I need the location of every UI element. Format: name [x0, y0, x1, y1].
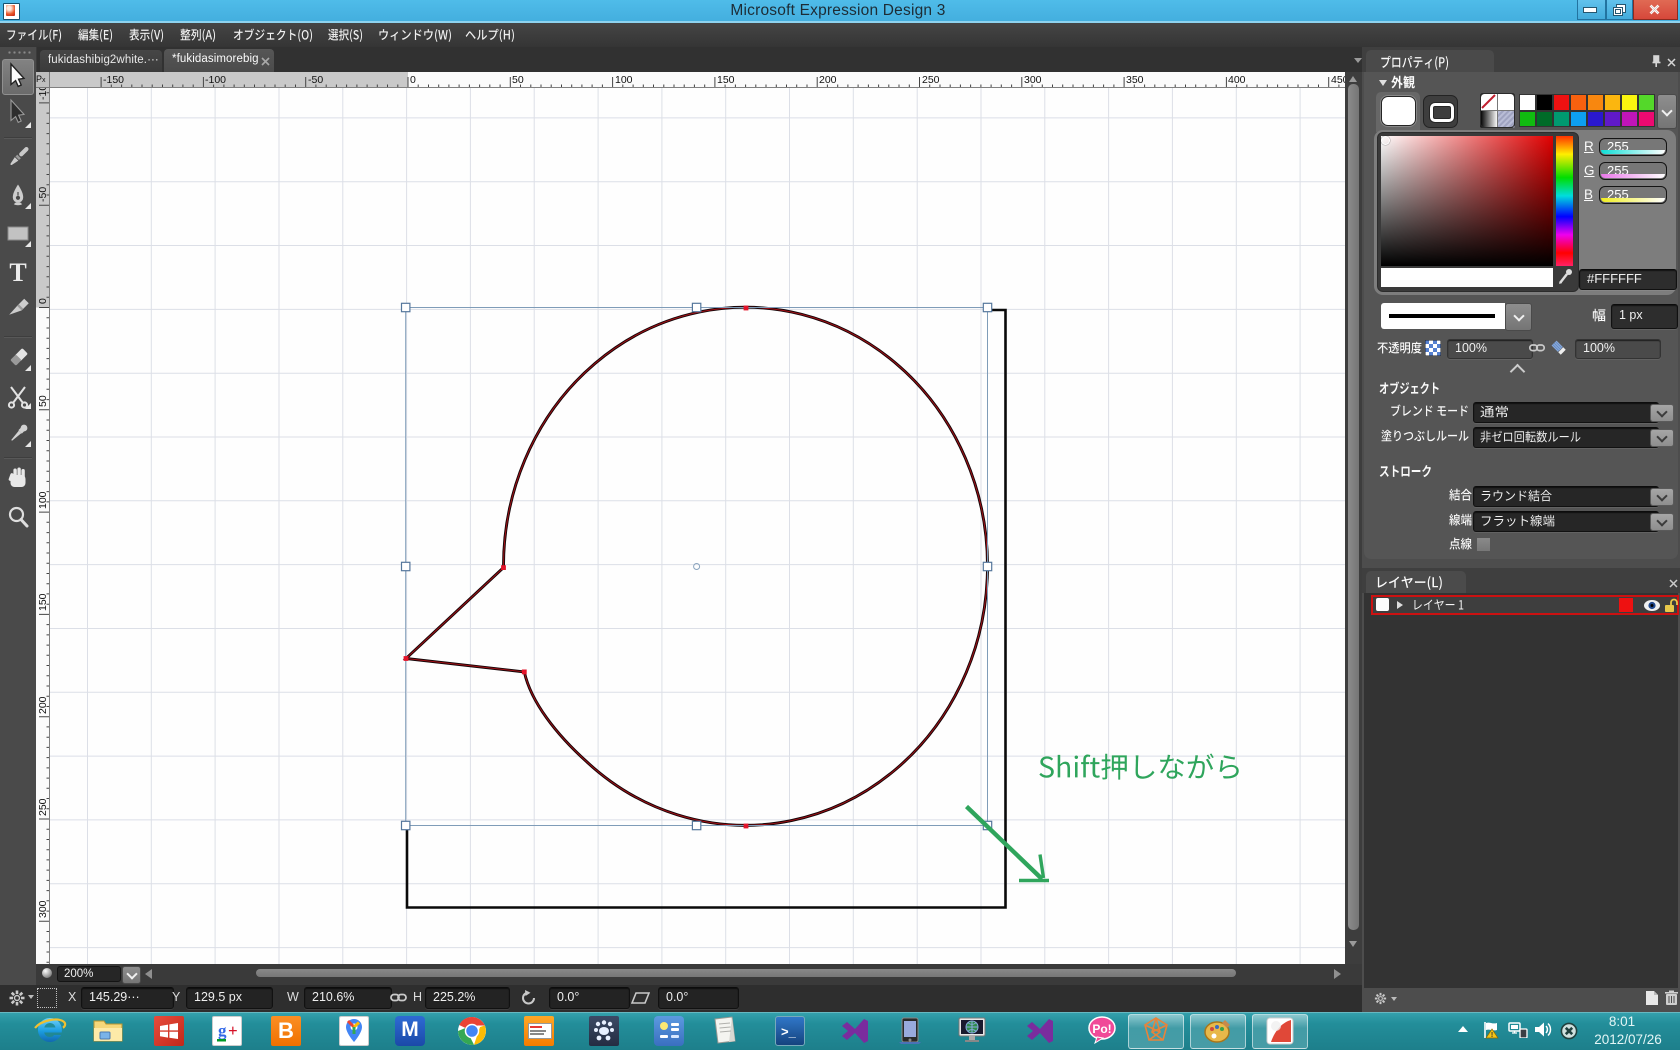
- svg-text:300: 300: [37, 900, 49, 918]
- svg-text:-150: -150: [103, 74, 124, 86]
- svg-text:100: 100: [37, 491, 49, 509]
- svg-text:400: 400: [1228, 74, 1246, 86]
- svg-text:150: 150: [717, 74, 735, 86]
- svg-text:+: +: [228, 1021, 238, 1040]
- svg-text:450: 450: [1331, 74, 1345, 86]
- svg-text:350: 350: [1126, 74, 1144, 86]
- svg-text:250: 250: [37, 798, 49, 816]
- svg-text:Po!: Po!: [1092, 1022, 1111, 1036]
- svg-text:0: 0: [410, 74, 416, 86]
- svg-text:200: 200: [37, 696, 49, 714]
- svg-text:200: 200: [819, 74, 837, 86]
- svg-text:50: 50: [512, 74, 524, 86]
- svg-text:300: 300: [1024, 74, 1042, 86]
- svg-text:-100: -100: [37, 88, 49, 100]
- svg-text:-100: -100: [205, 74, 226, 86]
- svg-text:T: T: [9, 258, 26, 287]
- svg-text:250: 250: [922, 74, 940, 86]
- svg-text:50: 50: [37, 395, 49, 407]
- svg-text:100: 100: [615, 74, 633, 86]
- svg-text:-50: -50: [37, 187, 49, 202]
- svg-text:!: !: [1491, 1032, 1493, 1039]
- svg-text:0: 0: [37, 298, 49, 304]
- svg-text:-50: -50: [308, 74, 323, 86]
- svg-text:g: g: [218, 1021, 227, 1040]
- svg-text:150: 150: [37, 593, 49, 611]
